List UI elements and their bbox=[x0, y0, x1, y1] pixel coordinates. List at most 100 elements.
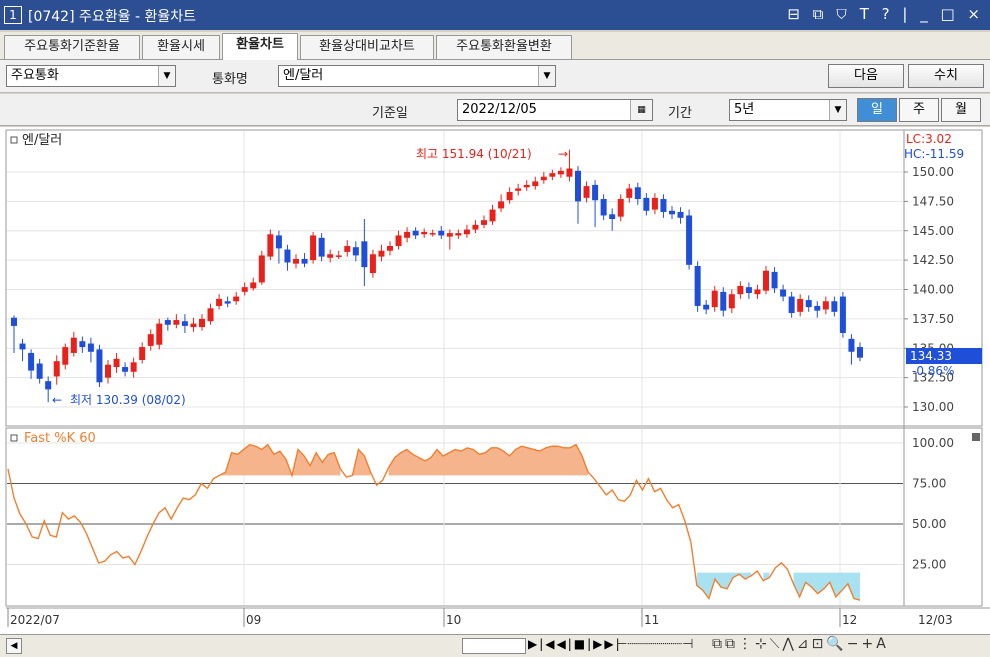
candle-body bbox=[703, 304, 710, 310]
candle-body bbox=[122, 367, 129, 372]
arrow-left-icon: ← bbox=[52, 393, 62, 407]
candle-body bbox=[515, 188, 522, 191]
period-select[interactable]: 5년 ▼ bbox=[729, 99, 847, 121]
candle-body bbox=[199, 318, 205, 328]
month-button[interactable]: 월 bbox=[941, 98, 981, 122]
candle-body bbox=[284, 249, 291, 263]
tab-rate-quotes[interactable]: 환율시세 bbox=[142, 35, 220, 59]
chart-svg: 150.00147.50145.00142.50140.00137.50135.… bbox=[5, 129, 990, 627]
candle-body bbox=[412, 230, 419, 236]
candle-body bbox=[404, 231, 411, 238]
calendar-icon[interactable]: ▦ bbox=[630, 100, 652, 120]
candle-body bbox=[310, 235, 317, 261]
window-controls[interactable]: ⊟ ⧉ ⛉ T ? | _ □ × bbox=[787, 5, 984, 23]
chart-toolbar: ◀ ▶|◀◀|■|▶▶| ⊢┈┈┈┈┈┈┈⊣ ⧉⧉⋮⊹⟍⋀⊿⊡🔍−+A bbox=[0, 634, 990, 657]
candle-body bbox=[130, 362, 137, 372]
high-annotation: 최고 151.94 (10/21) bbox=[416, 147, 532, 161]
tab-rate-converter[interactable]: 주요통화환율변환 bbox=[436, 35, 572, 59]
candle-body bbox=[797, 298, 804, 312]
candle-body bbox=[728, 294, 735, 309]
tab-relative-chart[interactable]: 환율상대비교차트 bbox=[300, 35, 434, 59]
x-tick-label: 12/03 bbox=[918, 613, 953, 627]
period-value: 5년 bbox=[734, 102, 755, 117]
candle-body bbox=[566, 168, 573, 177]
candle-body bbox=[233, 296, 240, 302]
candle-body bbox=[216, 298, 223, 306]
candle-body bbox=[455, 233, 462, 236]
price-y-tick: 130.00 bbox=[912, 400, 954, 414]
week-button[interactable]: 주 bbox=[899, 98, 939, 122]
candle-body bbox=[36, 363, 43, 379]
candle-body bbox=[156, 323, 163, 345]
zoom-slider[interactable]: ⊢┈┈┈┈┈┈┈⊣ bbox=[616, 637, 693, 652]
candle-body bbox=[173, 320, 180, 325]
candle-body bbox=[11, 317, 17, 326]
candle-body bbox=[771, 271, 778, 289]
candle-body bbox=[711, 290, 718, 308]
date-input[interactable]: 2022/12/05 ▦ bbox=[457, 99, 653, 121]
candle-body bbox=[788, 296, 795, 313]
panel-close-icon[interactable] bbox=[972, 433, 980, 441]
day-button[interactable]: 일 bbox=[857, 98, 897, 122]
candle-body bbox=[575, 170, 581, 202]
chevron-down-icon[interactable]: ▼ bbox=[158, 66, 175, 86]
candle-body bbox=[147, 334, 154, 346]
candle-body bbox=[113, 358, 120, 368]
candle-body bbox=[600, 199, 607, 216]
x-tick-label: 09 bbox=[246, 613, 261, 627]
candle-body bbox=[327, 254, 334, 258]
price-y-tick: 142.50 bbox=[912, 253, 954, 267]
candle-body bbox=[45, 381, 52, 390]
legend-square-icon bbox=[10, 434, 18, 442]
chevron-down-icon[interactable]: ▼ bbox=[538, 66, 555, 86]
candle-body bbox=[105, 364, 111, 378]
current-value: 134.33 bbox=[910, 349, 952, 363]
candle-body bbox=[763, 270, 769, 291]
currency-select[interactable]: 엔/달러 ▼ bbox=[278, 65, 556, 87]
legend-square-icon bbox=[10, 136, 18, 144]
candle-body bbox=[318, 237, 325, 257]
candle-body bbox=[857, 347, 863, 358]
candle-body bbox=[583, 186, 590, 198]
period-label: 기간 bbox=[668, 106, 692, 121]
candle-body bbox=[258, 255, 265, 283]
tab-rate-chart[interactable]: 환율차트 bbox=[222, 33, 298, 60]
next-button[interactable]: 다음 bbox=[828, 64, 904, 88]
currency-group-value: 주요통화 bbox=[11, 68, 59, 83]
price-y-tick: 145.00 bbox=[912, 224, 954, 238]
candle-body bbox=[267, 234, 274, 257]
currency-group-select[interactable]: 주요통화 ▼ bbox=[6, 65, 176, 87]
candle-body bbox=[694, 266, 701, 306]
refresh-button[interactable]: 수치 bbox=[908, 64, 984, 88]
scroll-track[interactable] bbox=[462, 638, 526, 654]
arrow-right-icon: → bbox=[558, 147, 568, 161]
chart-area[interactable]: 150.00147.50145.00142.50140.00137.50135.… bbox=[0, 127, 990, 634]
candle-body bbox=[609, 214, 616, 219]
candle-body bbox=[181, 321, 188, 326]
candle-body bbox=[814, 305, 821, 311]
candle-body bbox=[831, 301, 838, 312]
osc-y-tick: 25.00 bbox=[912, 558, 946, 572]
osc-y-tick: 75.00 bbox=[912, 477, 946, 491]
chevron-down-icon[interactable]: ▼ bbox=[829, 100, 846, 120]
candle-body bbox=[532, 181, 539, 187]
osc-y-tick: 50.00 bbox=[912, 517, 946, 531]
tab-major-currency-rates[interactable]: 주요통화기준환율 bbox=[4, 35, 140, 59]
scroll-left-icon[interactable]: ◀ bbox=[6, 638, 22, 654]
window-titlebar: 1 [0742] 주요환율 - 환율차트 ⊟ ⧉ ⛉ T ? | _ □ × bbox=[0, 0, 990, 30]
candles bbox=[11, 149, 863, 403]
candle-body bbox=[737, 285, 744, 295]
currency-value: 엔/달러 bbox=[283, 68, 324, 83]
candle-body bbox=[660, 199, 667, 212]
chart-tool-icons[interactable]: ⧉⧉⋮⊹⟍⋀⊿⊡🔍−+A bbox=[712, 636, 889, 652]
currency-label: 통화명 bbox=[212, 72, 248, 87]
candle-body bbox=[250, 282, 257, 289]
x-tick-label: 10 bbox=[446, 613, 461, 627]
hc-label: HC:-11.59 bbox=[904, 147, 964, 161]
playback-controls[interactable]: ▶|◀◀|■|▶▶| bbox=[528, 637, 622, 651]
date-value: 2022/12/05 bbox=[462, 102, 537, 117]
candle-body bbox=[96, 349, 103, 383]
candle-body bbox=[651, 197, 658, 210]
price-y-tick: 137.50 bbox=[912, 312, 954, 326]
window-title: [0742] 주요환율 - 환율차트 bbox=[28, 9, 196, 25]
